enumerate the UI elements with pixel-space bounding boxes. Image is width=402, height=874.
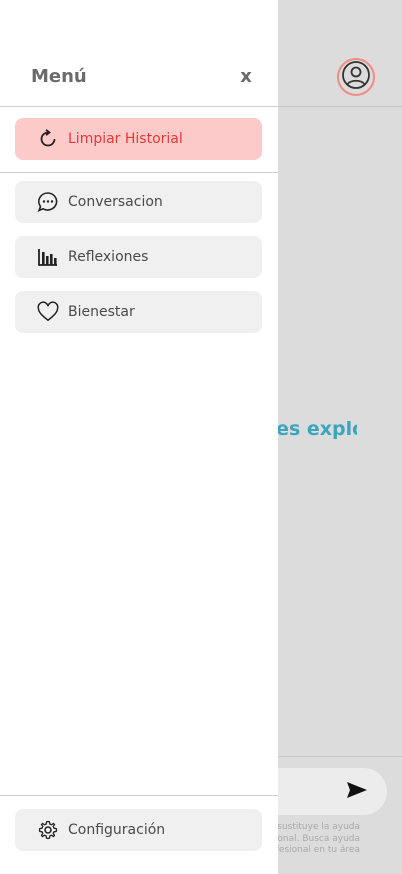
drawer-divider-bottom — [0, 795, 278, 796]
drawer-title: Menú — [31, 66, 87, 87]
gear-icon — [37, 819, 59, 841]
bar-chart-icon — [37, 246, 59, 268]
clear-history-button[interactable]: Limpiar Historial — [15, 118, 262, 160]
drawer-divider-top — [0, 106, 278, 107]
menu-item-bienestar[interactable]: Bienestar — [15, 291, 262, 333]
refresh-icon — [37, 128, 59, 150]
send-button[interactable] — [344, 780, 370, 804]
send-icon — [346, 781, 368, 803]
menu-item-label: Reflexiones — [68, 249, 149, 265]
menu-item-label: Conversacion — [68, 194, 163, 210]
chat-bubble-icon — [37, 191, 59, 213]
menu-item-conversacion[interactable]: Conversacion — [15, 181, 262, 223]
close-button[interactable]: x — [236, 66, 256, 90]
side-drawer: Menú x Limpiar Historial Conversacion Re… — [0, 0, 278, 874]
user-icon — [341, 60, 371, 94]
heart-icon — [37, 301, 59, 323]
settings-button[interactable]: Configuración — [15, 809, 262, 851]
menu-item-label: Bienestar — [68, 304, 135, 320]
menu-item-reflexiones[interactable]: Reflexiones — [15, 236, 262, 278]
drawer-divider-middle — [0, 172, 278, 173]
clear-history-label: Limpiar Historial — [68, 131, 183, 147]
profile-avatar-button[interactable] — [337, 58, 375, 96]
settings-label: Configuración — [68, 822, 166, 838]
